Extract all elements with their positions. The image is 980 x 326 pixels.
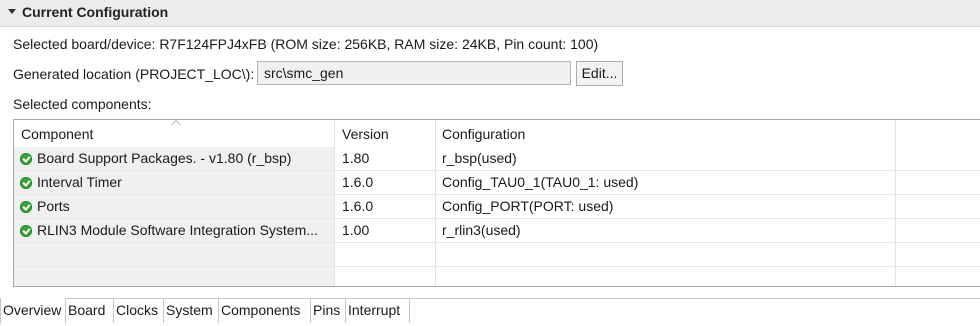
table-row-empty [14,267,980,286]
ok-status-icon [20,201,32,213]
component-version: 1.6.0 [342,174,374,190]
section-title: Current Configuration [22,4,169,20]
collapse-triangle-icon[interactable] [8,9,16,14]
component-name: Board Support Packages. - v1.80 (r_bsp) [37,150,292,166]
component-version: 1.6.0 [342,198,374,214]
section-header[interactable]: Current Configuration [0,0,980,27]
tab-interrupt[interactable]: Interrupt [346,299,410,323]
ok-status-icon [20,177,32,189]
column-header-configuration[interactable]: Configuration [442,126,525,142]
column-header-component[interactable]: Component [21,126,93,142]
table-row-empty [14,243,980,267]
component-configuration: r_rlin3(used) [442,222,521,238]
components-table[interactable]: Component Version Configuration Board Su… [13,119,980,287]
component-configuration: Config_TAU0_1(TAU0_1: used) [442,174,639,190]
table-row[interactable]: Ports 1.6.0 Config_PORT(PORT: used) [14,195,980,219]
selected-device-text: Selected board/device: R7F124FPJ4xFB (RO… [13,36,599,52]
ok-status-icon [20,153,32,165]
tab-clocks[interactable]: Clocks [114,299,164,323]
component-name: RLIN3 Module Software Integration System… [37,222,318,238]
component-configuration: Config_PORT(PORT: used) [442,198,614,214]
editor-tab-bar: Overview Board Clocks System Components … [0,298,980,326]
component-name: Interval Timer [37,174,122,190]
tab-board[interactable]: Board [66,299,114,323]
edit-button[interactable]: Edit... [576,61,623,86]
tab-system[interactable]: System [164,299,219,323]
table-row[interactable]: RLIN3 Module Software Integration System… [14,219,980,243]
tab-components[interactable]: Components [219,299,311,323]
selected-components-label: Selected components: [13,96,152,112]
tab-pins[interactable]: Pins [311,299,346,323]
component-version: 1.80 [342,150,370,166]
tab-overview[interactable]: Overview [0,298,66,324]
generated-location-label: Generated location (PROJECT_LOC\): [13,66,255,82]
table-row[interactable]: Interval Timer 1.6.0 Config_TAU0_1(TAU0_… [14,171,980,195]
component-configuration: r_bsp(used) [442,150,517,166]
table-row[interactable]: Board Support Packages. - v1.80 (r_bsp) … [14,147,980,171]
ok-status-icon [20,225,32,237]
component-version: 1.00 [342,222,370,238]
column-header-version[interactable]: Version [342,126,389,142]
component-name: Ports [37,198,70,214]
sort-ascending-icon [171,120,181,125]
generated-location-field[interactable]: src\smc_gen [257,61,571,85]
